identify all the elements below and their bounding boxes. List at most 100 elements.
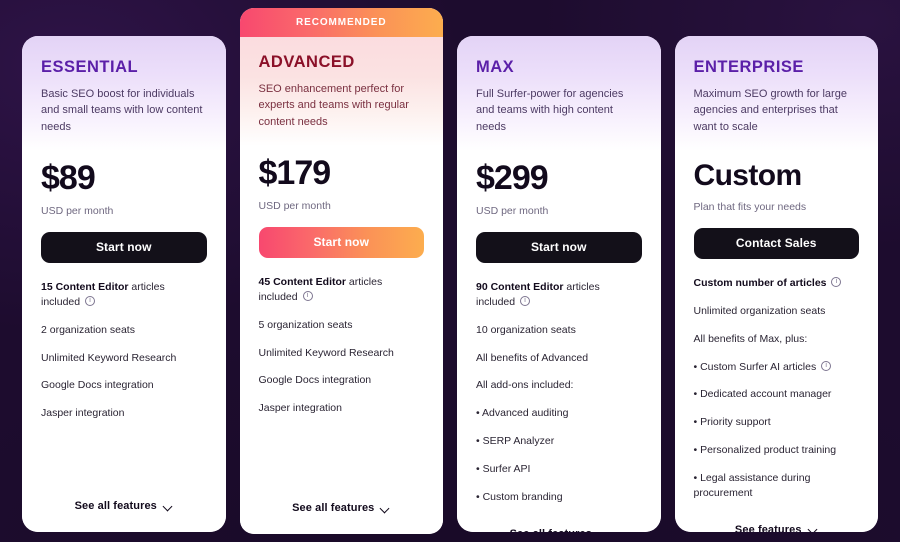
feature-text: Unlimited Keyword Research (41, 351, 177, 364)
feature-item: • Priority support (694, 415, 860, 430)
see-features-toggle[interactable]: See all features (239, 492, 443, 534)
feature-item: • Advanced auditing (476, 406, 642, 421)
feature-item: 90 Content Editor articles included (476, 280, 642, 310)
feature-text: • Personalized product training (693, 444, 837, 457)
card-body: $299 USD per month Start now 90 Content Edi… (457, 150, 661, 518)
feature-item: 2 organization seats (41, 323, 207, 338)
card-body: $89 USD per month Start now 15 Content Edit… (22, 150, 226, 490)
feature-text: • Custom Surfer AI articles (693, 360, 817, 373)
card-header: ENTERPRISE Maximum SEO growth for large a… (674, 36, 878, 151)
info-icon[interactable] (85, 295, 96, 306)
plan-name: ESSENTIAL (41, 58, 139, 76)
card-body: $179 USD per month Start now 45 Content Edi… (239, 145, 443, 492)
feature-item: • Custom Surfer AI articles (694, 360, 860, 375)
feature-item: 10 organization seats (476, 323, 642, 338)
feature-text: • Legal assistance during procurement (693, 472, 811, 500)
feature-item: • Personalized product training (694, 443, 860, 458)
chevron-down-icon (599, 529, 608, 532)
feature-list: Custom number of articles Unlimited orga… (694, 276, 860, 514)
plan-name: MAX (476, 58, 515, 76)
info-icon[interactable] (520, 295, 531, 306)
feature-item: • Legal assistance during procurement (694, 471, 860, 501)
feature-highlight: 90 Content Editor (476, 280, 564, 293)
feature-item: 15 Content Editor articles included (41, 280, 207, 310)
card-body: Custom Plan that fits your needs Contact S… (674, 150, 878, 514)
plan-description: Maximum SEO growth for large agencies an… (693, 88, 847, 133)
feature-item: Unlimited organization seats (694, 304, 860, 319)
see-features-label: See features (734, 523, 802, 532)
feature-text: Unlimited Keyword Research (258, 346, 394, 359)
feature-text: • Dedicated account manager (693, 388, 832, 401)
plan-name: ADVANCED (258, 53, 355, 71)
card-header: ADVANCED SEO enhancement perfect for expe… (239, 37, 443, 146)
see-features-label: See all features (292, 502, 375, 514)
pricing-card-enterprise: ENTERPRISE Maximum SEO growth for large a… (674, 36, 878, 532)
feature-text: 5 organization seats (258, 318, 353, 331)
feature-text: Google Docs integration (41, 379, 154, 392)
feature-text: All benefits of Max, plus: (693, 332, 808, 345)
plan-description: SEO enhancement perfect for experts and … (258, 83, 409, 128)
feature-item: Unlimited Keyword Research (259, 346, 425, 361)
plan-price: Custom (693, 158, 803, 192)
start-now-button[interactable]: Start now (258, 226, 424, 258)
feature-item: 45 Content Editor articles included (259, 275, 425, 305)
feature-text: Google Docs integration (258, 374, 372, 387)
plan-description: Basic SEO boost for individuals and smal… (41, 88, 203, 133)
feature-text: All benefits of Advanced (476, 351, 589, 364)
feature-list: 45 Content Editor articles included 5 or… (259, 275, 425, 429)
see-features-label: See all features (74, 500, 157, 512)
feature-item: Unlimited Keyword Research (41, 351, 207, 366)
see-features-label: See all features (510, 528, 592, 532)
feature-text: • Custom branding (476, 491, 563, 504)
start-now-button[interactable]: Start now (41, 231, 207, 263)
feature-item: All add-ons included: (476, 378, 642, 393)
feature-text: Jasper integration (258, 402, 342, 415)
info-icon[interactable] (821, 360, 832, 371)
info-icon[interactable] (831, 276, 842, 287)
pricing-card-advanced: RECOMMENDED ADVANCED SEO enhancement perfe… (239, 8, 443, 534)
feature-item: • Dedicated account manager (694, 387, 860, 402)
card-header: ESSENTIAL Basic SEO boost for individuals… (22, 36, 226, 151)
feature-text: All add-ons included: (476, 379, 574, 392)
feature-item: Google Docs integration (259, 373, 425, 388)
pricing-card-max: MAX Full Surfer-power for agencies and te… (457, 36, 661, 532)
feature-item: All benefits of Max, plus: (694, 332, 860, 347)
plan-price: $179 (258, 153, 332, 192)
feature-item: All benefits of Advanced (476, 351, 642, 366)
plan-price-note: USD per month (476, 204, 549, 217)
feature-text: Unlimited organization seats (693, 304, 826, 317)
feature-item: Google Docs integration (41, 378, 207, 393)
feature-item: 5 organization seats (259, 318, 425, 333)
feature-highlight: 15 Content Editor (41, 280, 129, 293)
start-now-button[interactable]: Start now (476, 231, 642, 263)
plan-name: ENTERPRISE (693, 58, 804, 76)
feature-text: • SERP Analyzer (476, 435, 555, 448)
see-features-toggle[interactable]: See all features (457, 517, 661, 532)
plan-price-note: USD per month (258, 199, 331, 212)
chevron-down-icon (381, 504, 390, 513)
feature-item: Custom number of articles (694, 276, 860, 291)
pricing-card-essential: ESSENTIAL Basic SEO boost for individuals… (22, 36, 226, 532)
feature-list: 90 Content Editor articles included 10 o… (476, 280, 642, 518)
pricing-plans-grid: ESSENTIAL Basic SEO boost for individuals… (0, 0, 900, 542)
feature-highlight: Custom number of articles (693, 276, 827, 289)
plan-price-note: Plan that fits your needs (693, 200, 807, 213)
see-features-toggle[interactable]: See features (674, 513, 878, 532)
plan-description: Full Surfer-power for agencies and teams… (476, 88, 624, 133)
feature-text: 10 organization seats (476, 323, 576, 336)
feature-highlight: 45 Content Editor (258, 275, 347, 288)
feature-text: • Surfer API (476, 463, 531, 476)
plan-price: $89 (41, 158, 96, 197)
feature-text: • Priority support (693, 416, 771, 429)
plan-price: $299 (476, 158, 549, 197)
see-features-toggle[interactable]: See all features (22, 490, 226, 532)
feature-item: • Custom branding (476, 490, 642, 505)
contact-sales-button[interactable]: Contact Sales (693, 227, 859, 259)
feature-item: • SERP Analyzer (476, 434, 642, 449)
feature-item: Jasper integration (259, 401, 425, 416)
chevron-down-icon (809, 525, 818, 532)
chevron-down-icon (164, 502, 173, 511)
feature-item: • Surfer API (476, 462, 642, 477)
info-icon[interactable] (302, 290, 313, 301)
feature-text: • Advanced auditing (476, 407, 569, 420)
